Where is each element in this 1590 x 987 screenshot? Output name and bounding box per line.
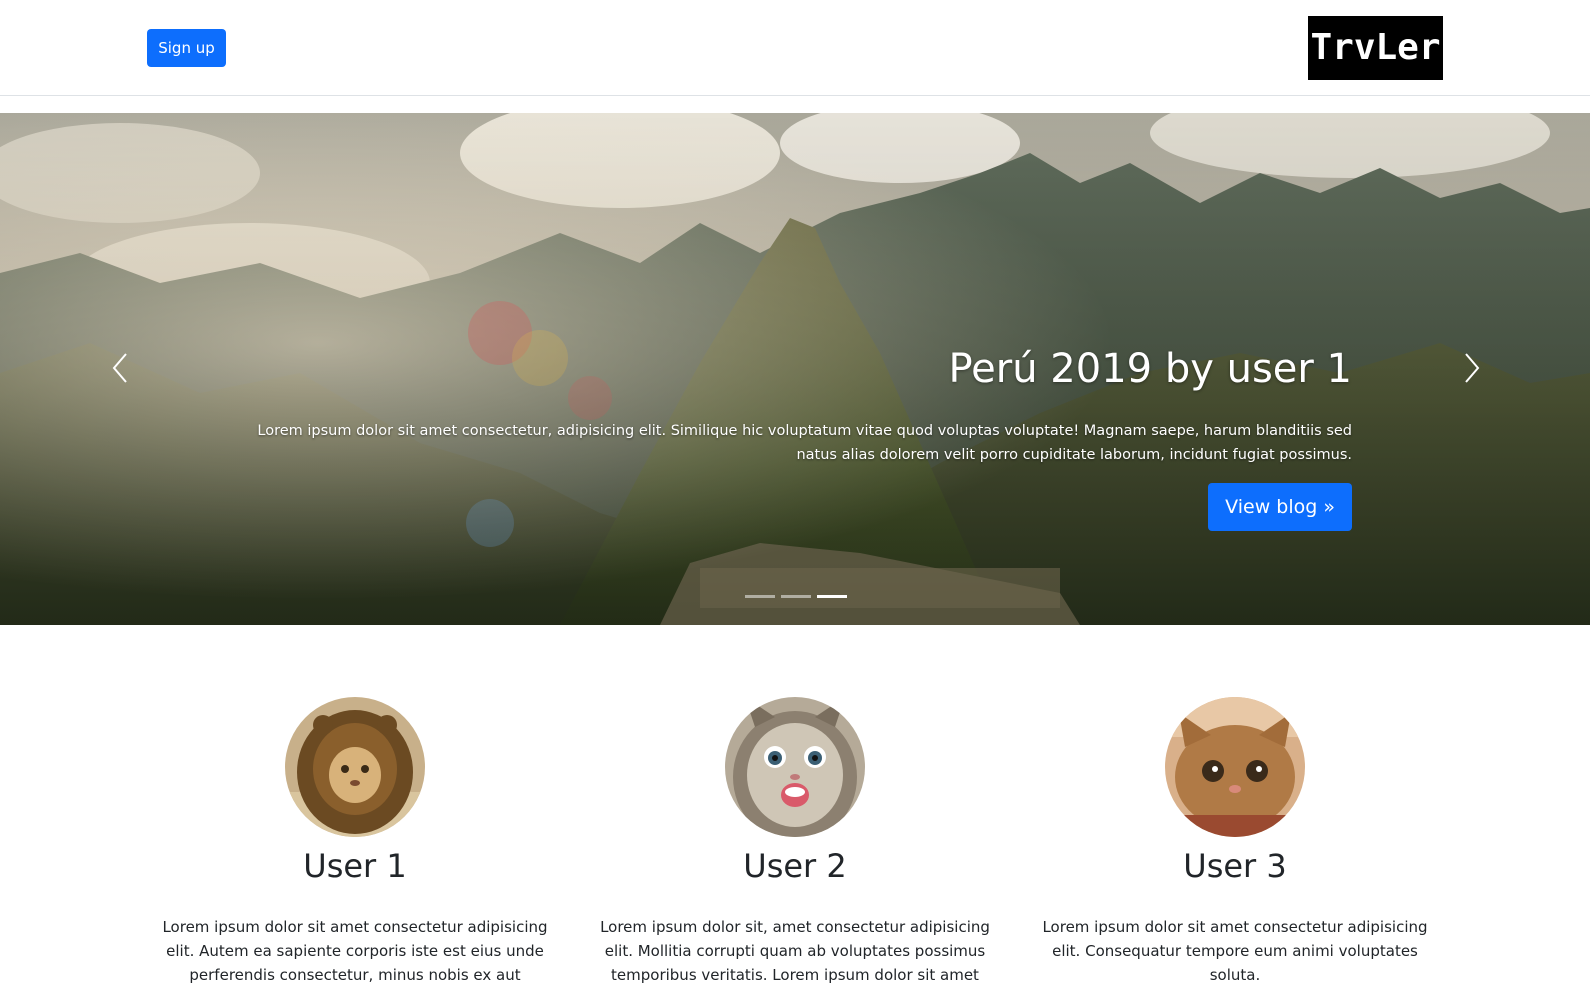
user-card-1: User 1 Lorem ipsum dolor sit amet consec… [155,697,555,987]
user-card-2: User 2 Lorem ipsum dolor sit, amet conse… [595,697,995,987]
header: Sign up TrvLer [0,0,1590,96]
user-description: Lorem ipsum dolor sit, amet consectetur … [600,918,990,985]
carousel-next-button[interactable] [1452,338,1492,398]
tabby-cat-avatar-image [1165,697,1305,837]
hero-carousel: Perú 2019 by user 1 Lorem ipsum dolor si… [0,113,1590,625]
user-name: User 1 [303,847,407,885]
logo-text: TrvLer [1310,27,1441,68]
carousel-title: Perú 2019 by user 1 [948,346,1352,392]
logo[interactable]: TrvLer [1308,16,1443,80]
user-description: Lorem ipsum dolor sit amet consectetur a… [162,918,548,985]
chevron-right-icon [1465,353,1480,383]
user-name: User 2 [743,847,847,885]
carousel-prev-button[interactable] [100,338,140,398]
carousel-indicators [745,595,847,598]
carousel-text: Lorem ipsum dolor sit amet consectetur, … [257,423,1352,463]
user-description: Lorem ipsum dolor sit amet consectetur a… [1042,918,1428,985]
user-card-3: User 3 Lorem ipsum dolor sit amet consec… [1035,697,1435,987]
avatar [1165,697,1305,837]
chevron-left-icon [112,353,127,383]
carousel-indicator[interactable] [745,595,775,598]
user-name: User 3 [1183,847,1287,885]
kitten-avatar-image [725,697,865,837]
carousel-indicator-active[interactable] [817,595,847,598]
sign-up-button[interactable]: Sign up [147,29,226,67]
avatar [725,697,865,837]
carousel-indicator[interactable] [781,595,811,598]
avatar [285,697,425,837]
lion-cat-avatar-image [285,697,425,837]
view-blog-button[interactable]: View blog » [1208,483,1352,531]
carousel-caption: Perú 2019 by user 1 Lorem ipsum dolor si… [242,345,1352,531]
